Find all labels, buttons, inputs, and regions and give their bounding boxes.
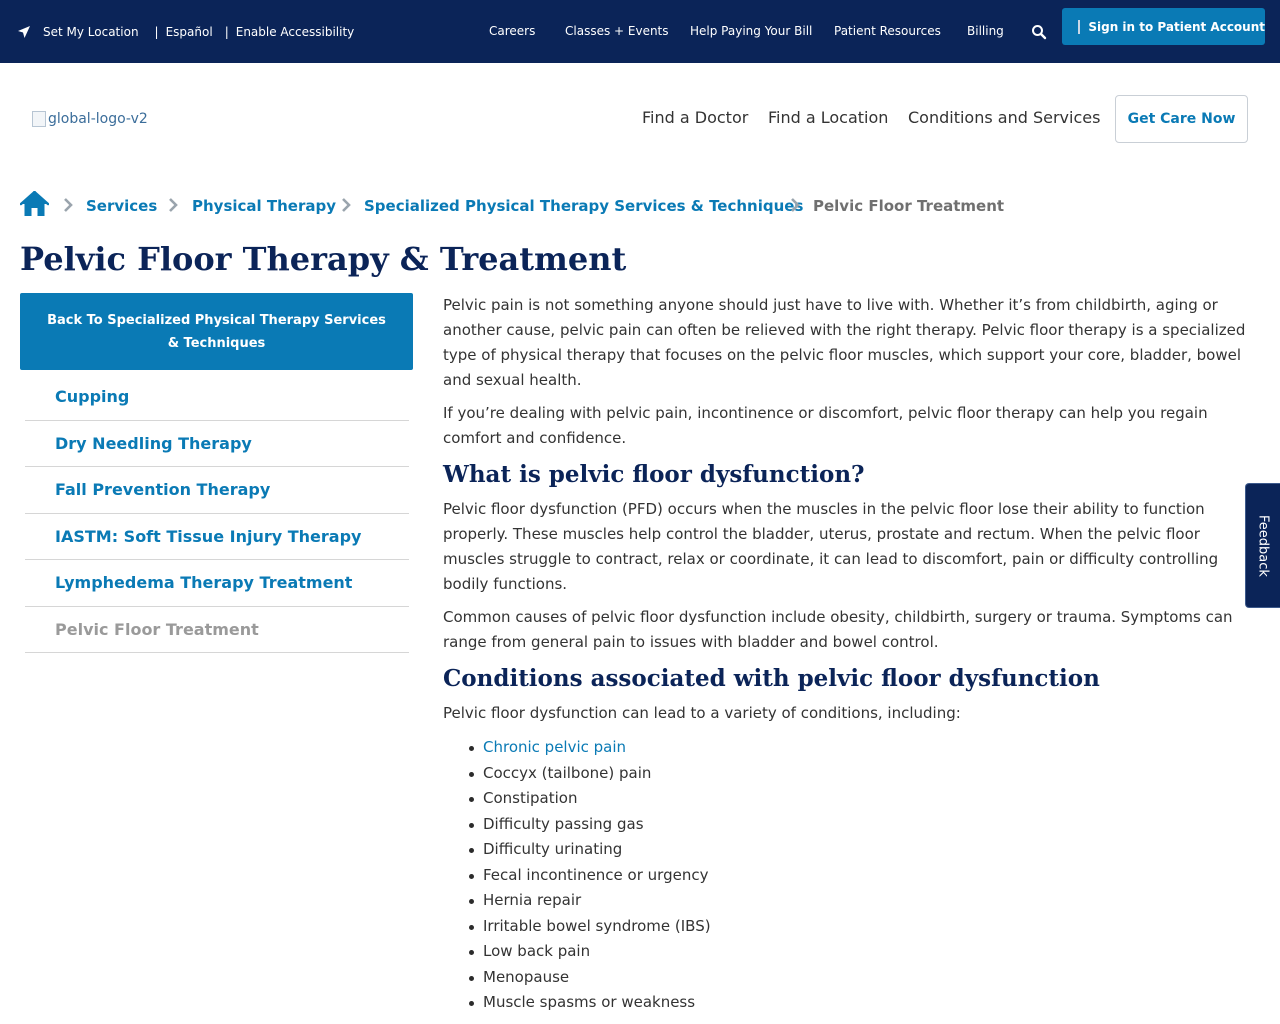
chevron-right-icon bbox=[791, 198, 800, 212]
nav-find-location[interactable]: Find a Location bbox=[768, 108, 888, 130]
back-to-specialized-button[interactable]: Back To Specialized Physical Therapy Ser… bbox=[20, 293, 413, 370]
breadcrumb-current: Pelvic Floor Treatment bbox=[813, 197, 1005, 215]
site-logo[interactable]: global-logo-v2 bbox=[32, 108, 148, 130]
pfd-paragraph: Common causes of pelvic floor dysfunctio… bbox=[443, 608, 1233, 651]
breadcrumb-physical-therapy[interactable]: Physical Therapy bbox=[192, 197, 336, 215]
home-icon[interactable] bbox=[20, 191, 49, 217]
feedback-tab[interactable]: Feedback bbox=[1245, 483, 1280, 608]
utility-bar: Set My Location | Español | Enable Acces… bbox=[0, 0, 1280, 63]
list-item: Fecal incontinence or urgency bbox=[469, 863, 1263, 889]
breadcrumb-specialized-pt[interactable]: Specialized Physical Therapy Services & … bbox=[364, 197, 803, 215]
intro-paragraph: If you’re dealing with pelvic pain, inco… bbox=[443, 404, 1208, 447]
sidebar-item-pelvic-floor: Pelvic Floor Treatment bbox=[25, 607, 409, 653]
sidebar-item-dry-needling[interactable]: Dry Needling Therapy bbox=[25, 421, 409, 467]
nav-conditions-services[interactable]: Conditions and Services bbox=[908, 108, 1100, 130]
sidebar-item-iastm[interactable]: IASTM: Soft Tissue Injury Therapy bbox=[25, 514, 409, 560]
get-care-now-button[interactable]: Get Care Now bbox=[1115, 95, 1248, 143]
breadcrumb: Services Physical Therapy Specialized Ph… bbox=[20, 191, 1020, 223]
pfd-paragraph: Pelvic floor dysfunction (PFD) occurs wh… bbox=[443, 500, 1219, 593]
util-nav-help-paying[interactable]: Help Paying Your Bill bbox=[690, 24, 812, 42]
list-item: Coccyx (tailbone) pain bbox=[469, 761, 1263, 787]
section-heading-pfd: What is pelvic floor dysfunction? bbox=[443, 461, 865, 488]
condition-link-chronic-pelvic-pain[interactable]: Chronic pelvic pain bbox=[469, 735, 1263, 761]
list-item: Difficulty urinating bbox=[469, 837, 1263, 863]
utility-separator: | bbox=[224, 25, 229, 39]
list-item: Menopause bbox=[469, 965, 1263, 991]
section-heading-conditions: Conditions associated with pelvic floor … bbox=[443, 665, 1100, 692]
patient-account-icon bbox=[1078, 19, 1081, 34]
broken-image-icon bbox=[32, 111, 46, 127]
nav-find-doctor[interactable]: Find a Doctor bbox=[642, 108, 748, 130]
list-item: Difficulty passing gas bbox=[469, 812, 1263, 838]
util-nav-patient-resources[interactable]: Patient Resources bbox=[834, 24, 941, 42]
main-content: Pelvic pain is not something anyone shou… bbox=[443, 293, 1263, 1016]
chevron-right-icon bbox=[169, 198, 178, 212]
utility-separator: | bbox=[154, 25, 159, 39]
list-item: Low back pain bbox=[469, 939, 1263, 965]
sign-in-button[interactable]: Sign in to Patient Account bbox=[1062, 8, 1265, 45]
page-title: Pelvic Floor Therapy & Treatment bbox=[20, 240, 627, 278]
list-item: Constipation bbox=[469, 786, 1263, 812]
search-icon[interactable] bbox=[1031, 24, 1047, 40]
conditions-intro: Pelvic floor dysfunction can lead to a v… bbox=[443, 704, 961, 722]
sidebar-item-lymphedema[interactable]: Lymphedema Therapy Treatment bbox=[25, 560, 409, 607]
chevron-right-icon bbox=[342, 198, 351, 212]
logo-alt-text: global-logo-v2 bbox=[48, 111, 148, 127]
sidebar-nav: Cupping Dry Needling Therapy Fall Preven… bbox=[25, 374, 409, 653]
util-nav-billing[interactable]: Billing bbox=[967, 24, 1004, 42]
intro-paragraph: Pelvic pain is not something anyone shou… bbox=[443, 296, 1246, 389]
sidebar-item-cupping[interactable]: Cupping bbox=[25, 374, 409, 421]
breadcrumb-services[interactable]: Services bbox=[86, 197, 157, 215]
feedback-label: Feedback bbox=[1255, 514, 1271, 577]
list-item: Muscle spasms or weakness bbox=[469, 990, 1263, 1016]
util-nav-classes-events[interactable]: Classes + Events bbox=[565, 24, 669, 42]
utility-left-links: Set My Location | Español | Enable Acces… bbox=[17, 22, 354, 42]
espanol-link[interactable]: Español bbox=[166, 25, 213, 39]
chevron-right-icon bbox=[64, 198, 73, 212]
location-arrow-icon[interactable] bbox=[17, 25, 31, 39]
list-item: Irritable bowel syndrome (IBS) bbox=[469, 914, 1263, 940]
accessibility-link[interactable]: Enable Accessibility bbox=[236, 25, 355, 39]
conditions-list: Chronic pelvic pain Coccyx (tailbone) pa… bbox=[443, 735, 1263, 1016]
util-nav-careers[interactable]: Careers bbox=[489, 24, 535, 42]
list-item: Hernia repair bbox=[469, 888, 1263, 914]
set-location-link[interactable]: Set My Location bbox=[43, 25, 139, 39]
sidebar-item-fall-prevention[interactable]: Fall Prevention Therapy bbox=[25, 467, 409, 514]
sign-in-label: Sign in to Patient Account bbox=[1088, 19, 1265, 34]
